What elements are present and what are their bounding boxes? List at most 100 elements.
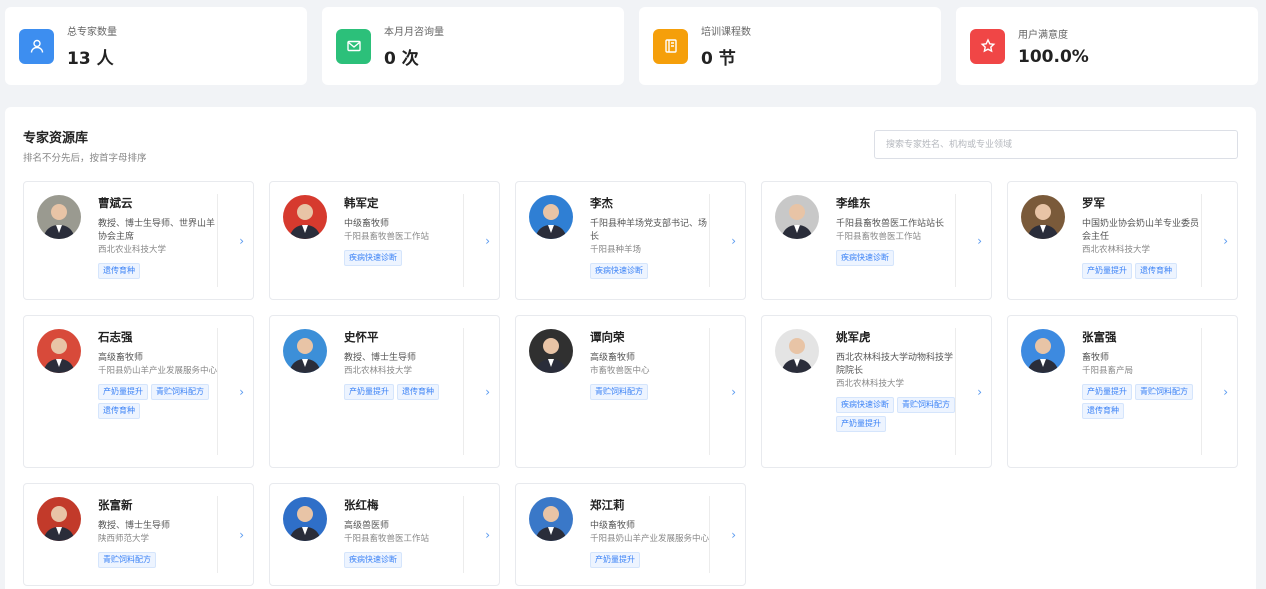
stats-row: 总专家数量 13 人 本月月咨询量 0 次 培训课程数 0 节 用户满意度 100.0% <box>5 7 1258 85</box>
stat-card: 培训课程数 0 节 <box>639 7 941 85</box>
expertise-tag: 产奶量提升 <box>98 384 148 400</box>
chevron-right-icon[interactable]: › <box>239 234 244 248</box>
expert-org: 千阳县种羊场 <box>590 245 642 255</box>
avatar <box>283 329 327 373</box>
expert-org: 市畜牧兽医中心 <box>590 366 650 376</box>
divider <box>709 194 710 287</box>
expert-org: 西北农业科技大学 <box>98 245 167 255</box>
divider <box>463 496 464 573</box>
expertise-tag: 产奶量提升 <box>590 552 640 568</box>
user-icon <box>19 28 54 64</box>
expert-card[interactable]: 张富强 畜牧师 千阳县畜产局 产奶量提升 青贮饲料配方 遗传育种 › <box>1007 315 1238 468</box>
chevron-right-icon[interactable]: › <box>731 385 736 399</box>
expert-title: 畜牧师 <box>1082 353 1110 363</box>
chevron-right-icon[interactable]: › <box>977 385 982 399</box>
tag-list: 产奶量提升 <box>590 552 712 568</box>
divider <box>955 328 956 455</box>
tag-list: 产奶量提升 遗传育种 <box>344 384 466 400</box>
chevron-right-icon[interactable]: › <box>977 234 982 248</box>
expert-name: 郑江莉 <box>590 498 625 512</box>
expertise-tag: 遗传育种 <box>98 263 140 279</box>
tag-list: 疾病快速诊断 青贮饲料配方 产奶量提升 <box>836 397 958 432</box>
expert-name: 曹斌云 <box>98 196 133 210</box>
expert-title: 教授、博士生导师 <box>344 353 417 363</box>
expert-card[interactable]: 谭向荣 高级畜牧师 市畜牧兽医中心 青贮饲料配方 › <box>515 315 746 468</box>
expert-name: 张红梅 <box>344 498 379 512</box>
divider <box>709 328 710 455</box>
expert-org: 千阳县奶山羊产业发展服务中心 <box>98 366 218 376</box>
avatar <box>775 329 819 373</box>
chevron-right-icon[interactable]: › <box>1223 385 1228 399</box>
expert-org: 西北农林科技大学 <box>836 379 905 389</box>
expertise-tag: 疾病快速诊断 <box>344 250 402 266</box>
divider <box>1201 328 1202 455</box>
expertise-tag: 青贮饲料配方 <box>151 384 209 400</box>
expert-title: 千阳县种羊场党支部书记、场长 <box>590 219 708 242</box>
chevron-right-icon[interactable]: › <box>731 528 736 542</box>
chevron-right-icon[interactable]: › <box>239 528 244 542</box>
chevron-right-icon[interactable]: › <box>239 385 244 399</box>
expert-card[interactable]: 姚军虎西北农林科技大学动物科技学院院长西北农林科技大学疾病快速诊断 青贮饲料配方产… <box>761 315 992 468</box>
chevron-right-icon[interactable]: › <box>485 528 490 542</box>
expertise-tag: 遗传育种 <box>98 403 140 419</box>
panel-subtitle: 排名不分先后，按首字母排序 <box>23 153 147 164</box>
chevron-right-icon[interactable]: › <box>1223 234 1228 248</box>
expert-org: 千阳县畜牧兽医工作站 <box>836 232 922 242</box>
expert-card[interactable]: 李维东 千阳县畜牧兽医工作站站长 千阳县畜牧兽医工作站 疾病快速诊断 › <box>761 181 992 300</box>
expert-panel: 专家资源库 排名不分先后，按首字母排序 曹斌云教授、博士生导师、世界山羊协会主席… <box>5 107 1256 589</box>
expert-org: 西北农林科技大学 <box>344 366 413 376</box>
avatar <box>283 497 327 541</box>
expertise-tag: 疾病快速诊断 <box>836 250 894 266</box>
divider <box>709 496 710 573</box>
divider <box>1201 194 1202 287</box>
divider <box>955 194 956 287</box>
expert-org: 千阳县奶山羊产业发展服务中心 <box>590 534 710 544</box>
expertise-tag: 疾病快速诊断 <box>590 263 648 279</box>
expert-card[interactable]: 曹斌云 教授、博士生导师、世界山羊协会主席 西北农业科技大学 遗传育种 › <box>23 181 254 300</box>
expert-card[interactable]: 石志强 高级畜牧师 千阳县奶山羊产业发展服务中心 产奶量提升 青贮饲料配方 遗传育种 › <box>23 315 254 468</box>
expert-name: 姚军虎 <box>836 330 871 344</box>
expert-card[interactable]: 张富新 教授、博士生导师 陕西师范大学 青贮饲料配方 › <box>23 483 254 586</box>
expertise-tag: 青贮饲料配方 <box>590 384 648 400</box>
expert-name: 史怀平 <box>344 330 379 344</box>
divider <box>463 194 464 287</box>
expertise-tag: 青贮饲料配方 <box>897 397 955 413</box>
expert-name: 张富新 <box>98 498 133 512</box>
expert-title: 西北农林科技大学动物科技学院院长 <box>836 353 954 376</box>
expertise-tag: 产奶量提升 <box>1082 263 1132 279</box>
stat-value: 0 节 <box>701 49 736 69</box>
chevron-right-icon[interactable]: › <box>485 385 490 399</box>
panel-title: 专家资源库 <box>23 131 89 146</box>
stat-label: 培训课程数 <box>701 27 751 38</box>
avatar <box>775 195 819 239</box>
expert-org: 千阳县畜产局 <box>1082 366 1134 376</box>
stat-value: 100.0% <box>1018 46 1089 67</box>
divider <box>217 194 218 287</box>
tag-list: 疾病快速诊断 <box>836 250 958 266</box>
chevron-right-icon[interactable]: › <box>731 234 736 248</box>
expertise-tag: 青贮饲料配方 <box>1135 384 1193 400</box>
expert-name: 李杰 <box>590 196 613 210</box>
expert-card[interactable]: 史怀平教授、博士生导师 西北农林科技大学产奶量提升 遗传育种 › <box>269 315 500 468</box>
expert-card[interactable]: 韩军定 中级畜牧师 千阳县畜牧兽医工作站 疾病快速诊断 › <box>269 181 500 300</box>
search-input[interactable] <box>874 130 1238 159</box>
avatar <box>37 329 81 373</box>
expert-name: 李维东 <box>836 196 871 210</box>
expert-title: 教授、博士生导师 <box>98 521 171 531</box>
expertise-tag: 产奶量提升 <box>836 416 886 432</box>
stat-value: 13 人 <box>67 49 114 69</box>
chevron-right-icon[interactable]: › <box>485 234 490 248</box>
expert-org: 千阳县畜牧兽医工作站 <box>344 232 430 242</box>
expert-card[interactable]: 罗军 中国奶业协会奶山羊专业委员会主任 西北农林科技大学 产奶量提升 遗传育种 › <box>1007 181 1238 300</box>
avatar <box>1021 195 1065 239</box>
expert-card[interactable]: 张红梅 高级兽医师 千阳县畜牧兽医工作站 疾病快速诊断 › <box>269 483 500 586</box>
expert-card[interactable]: 李杰千阳县种羊场党支部书记、场长千阳县种羊场疾病快速诊断 › <box>515 181 746 300</box>
expert-org: 西北农林科技大学 <box>1082 245 1151 255</box>
expertise-tag: 遗传育种 <box>1135 263 1177 279</box>
avatar <box>37 497 81 541</box>
stat-card: 总专家数量 13 人 <box>5 7 307 85</box>
expert-name: 张富强 <box>1082 330 1117 344</box>
expertise-tag: 青贮饲料配方 <box>98 552 156 568</box>
expert-card[interactable]: 郑江莉 中级畜牧师 千阳县奶山羊产业发展服务中心 产奶量提升 › <box>515 483 746 586</box>
expert-title: 中国奶业协会奶山羊专业委员会主任 <box>1082 219 1200 242</box>
